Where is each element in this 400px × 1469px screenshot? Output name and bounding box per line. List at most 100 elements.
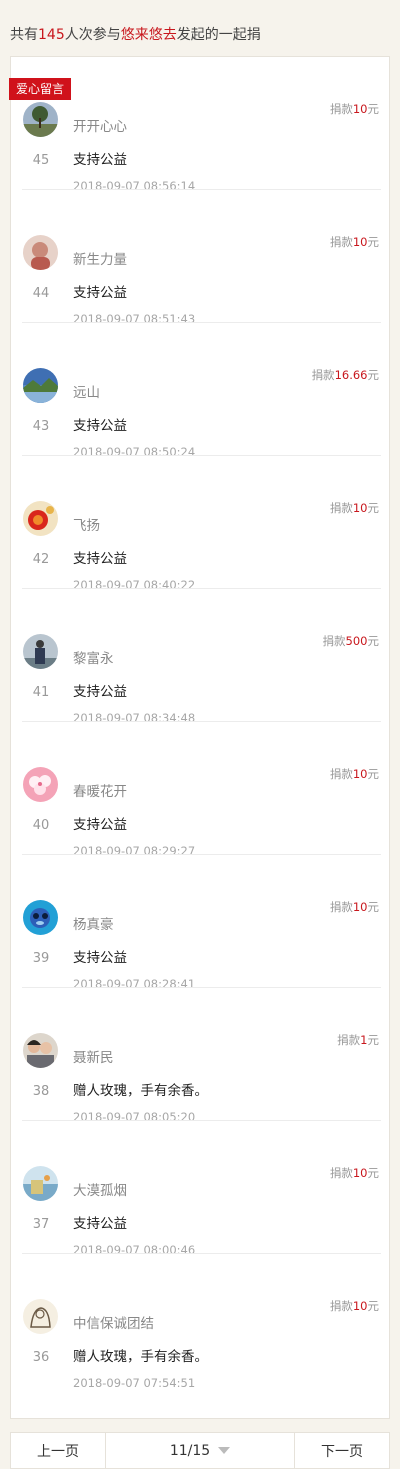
amount-suffix: 元 — [367, 900, 380, 914]
tree-landscape-avatar-icon[interactable] — [23, 102, 58, 137]
donor-message: 支持公益 — [73, 684, 127, 700]
amount-prefix: 捐款 — [329, 1299, 353, 1313]
amount-value: 500 — [345, 634, 368, 648]
amount-value: 10 — [352, 102, 368, 116]
donor-name: 黎富永 — [73, 651, 114, 667]
donor-name: 杨真豪 — [73, 917, 114, 933]
donor-name: 聂新民 — [73, 1050, 114, 1066]
donation-amount: 捐款10元 — [330, 1165, 379, 1181]
entry-number: 38 — [32, 1084, 50, 1099]
list-item: 42 飞扬 支持公益 2018-09-07 08:40:22 捐款10元 — [11, 456, 389, 592]
amount-value: 10 — [352, 501, 368, 515]
donor-message: 支持公益 — [73, 950, 127, 966]
lake-mountain-avatar-icon[interactable] — [23, 368, 58, 403]
amount-prefix: 捐款 — [329, 767, 353, 781]
page-selector[interactable]: 11/15 — [105, 1433, 295, 1468]
donor-message: 支持公益 — [73, 817, 127, 833]
page-indicator: 11/15 — [169, 1442, 211, 1459]
donor-message: 支持公益 — [73, 285, 127, 301]
message-list-card: 爱心留言 45 开开心心 支持公益 2018-09-07 08:56:14 捐款10元 4… — [9, 56, 390, 1419]
donor-message: 赠人玫瑰，手有余香。 — [73, 1349, 208, 1365]
donation-amount: 捐款500元 — [323, 633, 379, 649]
donor-message: 支持公益 — [73, 152, 127, 168]
amount-value: 16.66 — [334, 368, 368, 382]
sketch-avatar-icon[interactable] — [23, 1299, 58, 1334]
red-flower-avatar-icon[interactable] — [23, 501, 58, 536]
painting-avatar-icon[interactable] — [23, 1166, 58, 1201]
donor-message: 支持公益 — [73, 551, 127, 567]
couple-photo-avatar-icon[interactable] — [23, 1033, 58, 1068]
donation-amount: 捐款1元 — [337, 1032, 379, 1048]
list-item: 40 春暖花开 支持公益 2018-09-07 08:29:27 捐款10元 — [11, 722, 389, 858]
donation-summary: 共有145人次参与悠来悠去发起的一起捐 — [0, 0, 400, 56]
donation-amount: 捐款16.66元 — [312, 367, 379, 383]
next-page-button[interactable]: 下一页 — [295, 1433, 389, 1468]
person-standing-avatar-icon[interactable] — [23, 634, 58, 669]
donor-name: 大漠孤烟 — [73, 1183, 127, 1199]
entry-number: 42 — [32, 552, 50, 567]
amount-suffix: 元 — [367, 634, 380, 648]
amount-prefix: 捐款 — [329, 900, 353, 914]
love-message-tag: 爱心留言 — [9, 78, 72, 100]
summary-prefix: 共有 — [10, 27, 38, 43]
donor-name: 远山 — [73, 385, 100, 401]
donor-name: 飞扬 — [73, 518, 100, 534]
donor-name: 开开心心 — [73, 119, 127, 135]
amount-value: 1 — [360, 1033, 368, 1047]
donor-message: 支持公益 — [73, 1216, 127, 1232]
list-item: 44 新生力量 支持公益 2018-09-07 08:51:43 捐款10元 — [11, 190, 389, 326]
donation-amount: 捐款10元 — [330, 766, 379, 782]
donation-amount: 捐款10元 — [330, 1298, 379, 1314]
donation-time: 2018-09-07 07:54:51 — [73, 1376, 196, 1390]
donation-amount: 捐款10元 — [330, 101, 379, 117]
list-item: 41 黎富永 支持公益 2018-09-07 08:34:48 捐款500元 — [11, 589, 389, 725]
donation-amount: 捐款10元 — [330, 500, 379, 516]
entry-number: 41 — [32, 685, 50, 700]
amount-prefix: 捐款 — [329, 501, 353, 515]
amount-suffix: 元 — [367, 1166, 380, 1180]
amount-value: 10 — [352, 767, 368, 781]
list-item: 38 聂新民 赠人玫瑰，手有余香。 2018-09-07 08:05:20 捐款1元 — [11, 988, 389, 1124]
donor-name: 新生力量 — [73, 252, 127, 268]
participant-count: 145 — [38, 27, 65, 43]
blue-cartoon-avatar-icon[interactable] — [23, 900, 58, 935]
amount-suffix: 元 — [367, 501, 380, 515]
donation-amount: 捐款10元 — [330, 899, 379, 915]
amount-prefix: 捐款 — [329, 1166, 353, 1180]
amount-suffix: 元 — [367, 368, 380, 382]
entry-number: 45 — [32, 153, 50, 168]
entry-number: 37 — [32, 1217, 50, 1232]
amount-suffix: 元 — [367, 102, 380, 116]
list-item: 36 中信保诚团结赠人玫瑰，手有余香。 2018-09-07 07:54:51 捐款1… — [11, 1254, 389, 1390]
pagination: 上一页 11/15 下一页 — [10, 1432, 390, 1469]
donor-message: 支持公益 — [73, 418, 127, 434]
amount-suffix: 元 — [367, 1033, 380, 1047]
amount-suffix: 元 — [367, 1299, 380, 1313]
amount-prefix: 捐款 — [329, 235, 353, 249]
pink-blossom-avatar-icon[interactable] — [23, 767, 58, 802]
list-item: 45 开开心心 支持公益 2018-09-07 08:56:14 捐款10元 — [11, 57, 389, 193]
amount-prefix: 捐款 — [337, 1033, 361, 1047]
list-item: 39 杨真豪 支持公益 2018-09-07 08:28:41 捐款10元 — [11, 855, 389, 991]
donor-name: 中信保诚团结 — [73, 1316, 154, 1332]
entry-number: 39 — [32, 951, 50, 966]
entry-number: 36 — [32, 1350, 50, 1365]
donor-message: 赠人玫瑰，手有余香。 — [73, 1083, 208, 1099]
amount-value: 10 — [352, 900, 368, 914]
amount-prefix: 捐款 — [311, 368, 335, 382]
list-item: 43 远山 支持公益 2018-09-07 08:50:24 捐款16.66元 — [11, 323, 389, 459]
amount-prefix: 捐款 — [329, 102, 353, 116]
child-portrait-avatar-icon[interactable] — [23, 235, 58, 270]
amount-prefix: 捐款 — [322, 634, 346, 648]
list-item: 37 大漠孤烟 支持公益 2018-09-07 08:00:46 捐款10元 — [11, 1121, 389, 1257]
donor-name: 春暖花开 — [73, 784, 127, 800]
entry-number: 43 — [32, 419, 50, 434]
amount-value: 10 — [352, 1299, 368, 1313]
amount-value: 10 — [352, 1166, 368, 1180]
initiator-name[interactable]: 悠来悠去 — [121, 27, 177, 43]
donation-amount: 捐款10元 — [330, 234, 379, 250]
summary-mid: 人次参与 — [64, 27, 121, 43]
amount-suffix: 元 — [367, 235, 380, 249]
prev-page-button[interactable]: 上一页 — [11, 1433, 105, 1468]
entry-number: 44 — [32, 286, 50, 301]
